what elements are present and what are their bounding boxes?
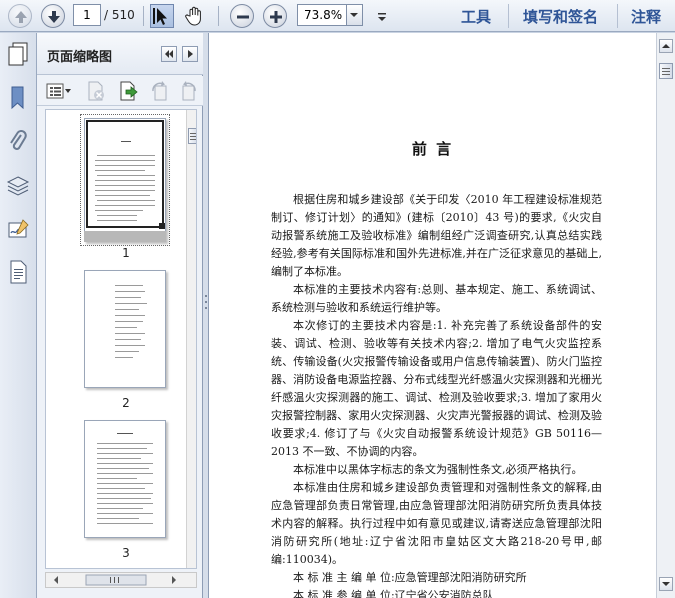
thumbnail-horizontal-scrollbar[interactable] [45,572,197,588]
arrow-up-icon [15,11,27,23]
page-number-input[interactable] [73,4,101,26]
arrow-down-icon [48,11,60,23]
thumbnail-page-number: 2 [122,396,130,410]
plus-icon [270,11,282,23]
chevron-up-icon [662,44,670,48]
attachments-button[interactable] [6,129,30,153]
document-paragraph: 本 标 准 参 编 单 位:辽宁省公安消防总队 [293,589,494,598]
hand-icon [185,6,201,26]
navigation-rail [0,33,37,598]
thumbnail-page-number: 1 [122,246,130,260]
main-toolbar: / 510 工具 填写和签名 注释 [0,0,675,32]
document-paragraph: 本标准由住房和城乡建设部负责管理和对强制性条文的解释,由应急管理部负责日常管理,… [271,481,602,566]
bookmarks-button[interactable] [6,85,30,110]
document-scroll-thumb[interactable] [659,63,673,79]
document-paragraph: 根据住房和城乡建设部《关于印发〈2010 年工程建设标准规范制订、修订计划〉的通… [271,193,602,278]
chevron-left-icon [54,576,58,584]
document-paragraph: 本标准的主要技术内容有:总则、基本规定、施工、系统调试、系统检测与验收和系统运行… [271,283,602,314]
paperclip-icon [10,130,27,150]
thumbnail-footer [84,231,166,242]
content-button[interactable] [6,259,30,284]
toolbar-divider [508,4,509,28]
grip-icon [190,133,196,140]
delete-page-icon [88,81,104,101]
previous-page-button[interactable] [8,4,32,28]
document-heading: 前 言 [411,140,454,158]
page-thumbnail-1[interactable] [80,114,170,246]
scroll-up-button[interactable] [659,39,673,53]
layers-icon [6,176,30,196]
tools-menu[interactable]: 工具 [461,6,491,27]
page-thumbnail-2[interactable] [84,270,166,388]
toolbar-divider [617,4,618,28]
page-thumbnail-3[interactable] [84,420,166,538]
delete-page-button[interactable] [85,80,107,102]
rotate-page-button[interactable] [149,80,171,102]
signatures-button[interactable] [6,217,30,241]
minus-icon [237,15,249,19]
chevron-right-icon [188,50,193,58]
toolbar-divider [218,6,219,26]
thumbnail-scroll-thumb[interactable] [188,128,196,144]
insert-page-icon [120,81,138,101]
grip-icon [662,68,670,75]
insert-page-button[interactable] [117,80,139,102]
fill-sign-menu[interactable]: 填写和签名 [523,6,598,27]
zoom-level-input[interactable] [297,4,347,26]
thumbnail-panel: 页面缩略图 1 2 3 [37,33,203,598]
double-chevron-left-icon [165,50,173,58]
panel-toolbar [37,76,203,106]
scroll-down-button[interactable] [659,577,673,591]
horizontal-scroll-controls [54,574,176,586]
comment-menu[interactable]: 注释 [631,6,661,27]
zoom-in-button[interactable] [263,4,287,28]
next-page-button[interactable] [41,4,65,28]
document-icon [10,260,27,284]
document-scrollbar[interactable] [656,33,675,598]
page-properties-button[interactable] [177,80,199,102]
layers-button[interactable] [6,173,30,197]
document-paragraph: 本次修订的主要技术内容是:1. 补充完善了系统设备部件的安装、调试、检测、验收等… [271,319,602,458]
rotate-icon [152,81,167,101]
bookmark-icon [11,86,24,110]
document-paragraph: 本 标 准 主 编 单 位:应急管理部沈阳消防研究所 [293,571,527,584]
select-tool-button[interactable] [150,4,174,28]
pages-icon [8,42,28,66]
thumbnail-scrollbar[interactable] [186,110,196,568]
chevron-right-icon [172,576,176,584]
document-viewport[interactable]: 前 言 根据住房和城乡建设部《关于印发〈2010 年工程建设标准规范制订、修订计… [209,33,656,598]
thumbnail-frame [86,120,164,228]
page-total: / 510 [104,8,135,22]
rotate-page-icon [182,81,196,101]
thumbnail-list[interactable]: 1 2 3 [45,109,197,569]
cursor-icon [153,8,167,25]
collapse-panel-button[interactable] [161,46,177,62]
thumbnail-options-button[interactable] [45,80,73,102]
panel-title: 页面缩略图 [47,50,113,65]
zoom-out-button[interactable] [230,4,254,28]
page-thumbnails-button[interactable] [6,41,30,66]
chevron-down-icon [350,13,358,17]
thumbnail-page-number: 3 [122,546,130,560]
hand-tool-button[interactable] [183,4,207,28]
expand-more-icon [378,13,386,21]
toolbar-more-button[interactable] [374,4,390,28]
panel-options-button[interactable] [182,46,198,62]
document-paragraph: 本标准中以黑体字标志的条文为强制性条文,必须严格执行。 [293,463,583,476]
zoom-dropdown-button[interactable] [347,4,363,26]
list-options-icon [46,83,71,99]
chevron-down-icon [662,582,670,586]
panel-header: 页面缩略图 [37,33,203,75]
document-body: 根据住房和城乡建设部《关于印发〈2010 年工程建设标准规范制订、修订计划〉的通… [271,191,602,598]
toolbar-divider [143,6,144,26]
document-page: 前 言 根据住房和城乡建设部《关于印发〈2010 年工程建设标准规范制订、修订计… [209,33,656,598]
signature-icon [8,219,29,238]
